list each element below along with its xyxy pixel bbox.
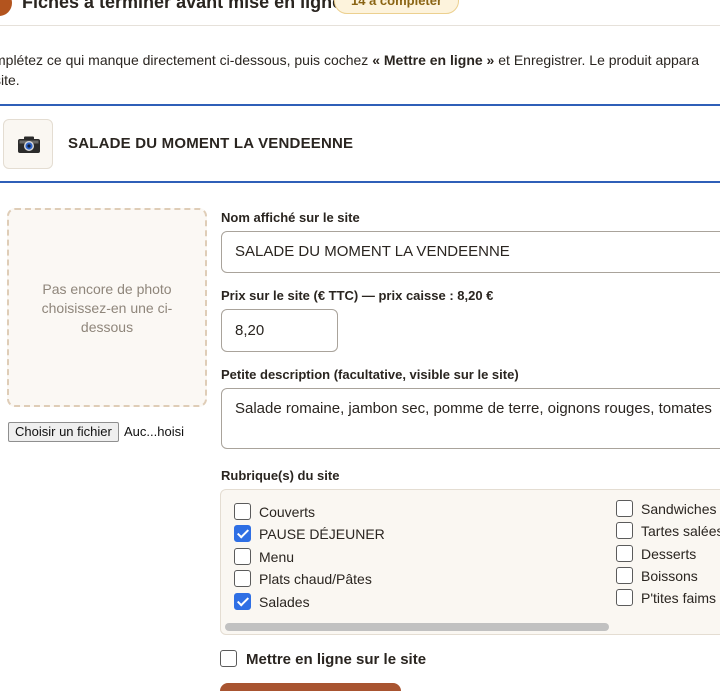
save-button[interactable] — [220, 683, 401, 691]
photo-placeholder-text: Pas encore de photo choisissez-en une ci… — [41, 281, 173, 335]
photo-placeholder: Pas encore de photo choisissez-en une ci… — [7, 208, 207, 407]
category-checkbox[interactable] — [234, 593, 251, 610]
instructions-text: mplétez ce qui manque directement ci-des… — [0, 52, 700, 88]
online-label: Mettre en ligne sur le site — [246, 651, 427, 668]
camera-icon — [18, 136, 40, 153]
name-label: Nom affiché sur le site — [221, 210, 360, 225]
file-status: Auc...hoisi — [124, 424, 184, 439]
count-badge: 14 à compléter — [334, 0, 460, 14]
category-checkbox[interactable] — [234, 503, 251, 520]
category-checkbox[interactable] — [616, 500, 633, 517]
categories-list: Couverts PAUSE DÉJEUNER Menu Plats chaud… — [220, 489, 720, 635]
category-checkbox[interactable] — [616, 522, 633, 539]
category-checkbox[interactable] — [234, 525, 251, 542]
product-name: SALADE DU MOMENT LA VENDEENNE — [68, 135, 354, 152]
category-checkbox[interactable] — [616, 567, 633, 584]
online-checkbox[interactable] — [220, 650, 237, 667]
product-photo-thumb[interactable] — [3, 119, 53, 169]
header-status-icon — [0, 0, 12, 16]
horizontal-scrollbar[interactable] — [225, 623, 609, 631]
description-label: Petite description (facultative, visible… — [221, 367, 519, 382]
product-bar: SALADE DU MOMENT LA VENDEENNE — [0, 104, 720, 183]
choose-file-button[interactable]: Choisir un fichier — [8, 422, 119, 442]
category-checkbox[interactable] — [616, 589, 633, 606]
category-checkbox[interactable] — [234, 548, 251, 565]
category-checkbox[interactable] — [616, 545, 633, 562]
price-input[interactable]: 8,20 — [221, 309, 338, 352]
categories-label: Rubrique(s) du site — [221, 468, 340, 483]
page-header: Fiches à terminer avant mise en ligne 14… — [0, 0, 720, 26]
name-input[interactable]: SALADE DU MOMENT LA VENDEENNE — [221, 231, 720, 273]
category-checkbox[interactable] — [234, 570, 251, 587]
page-title: Fiches à terminer avant mise en ligne — [22, 0, 343, 12]
description-textarea[interactable]: Salade romaine, jambon sec, pomme de ter… — [221, 388, 720, 449]
price-label: Prix sur le site (€ TTC) — prix caisse :… — [221, 288, 494, 303]
